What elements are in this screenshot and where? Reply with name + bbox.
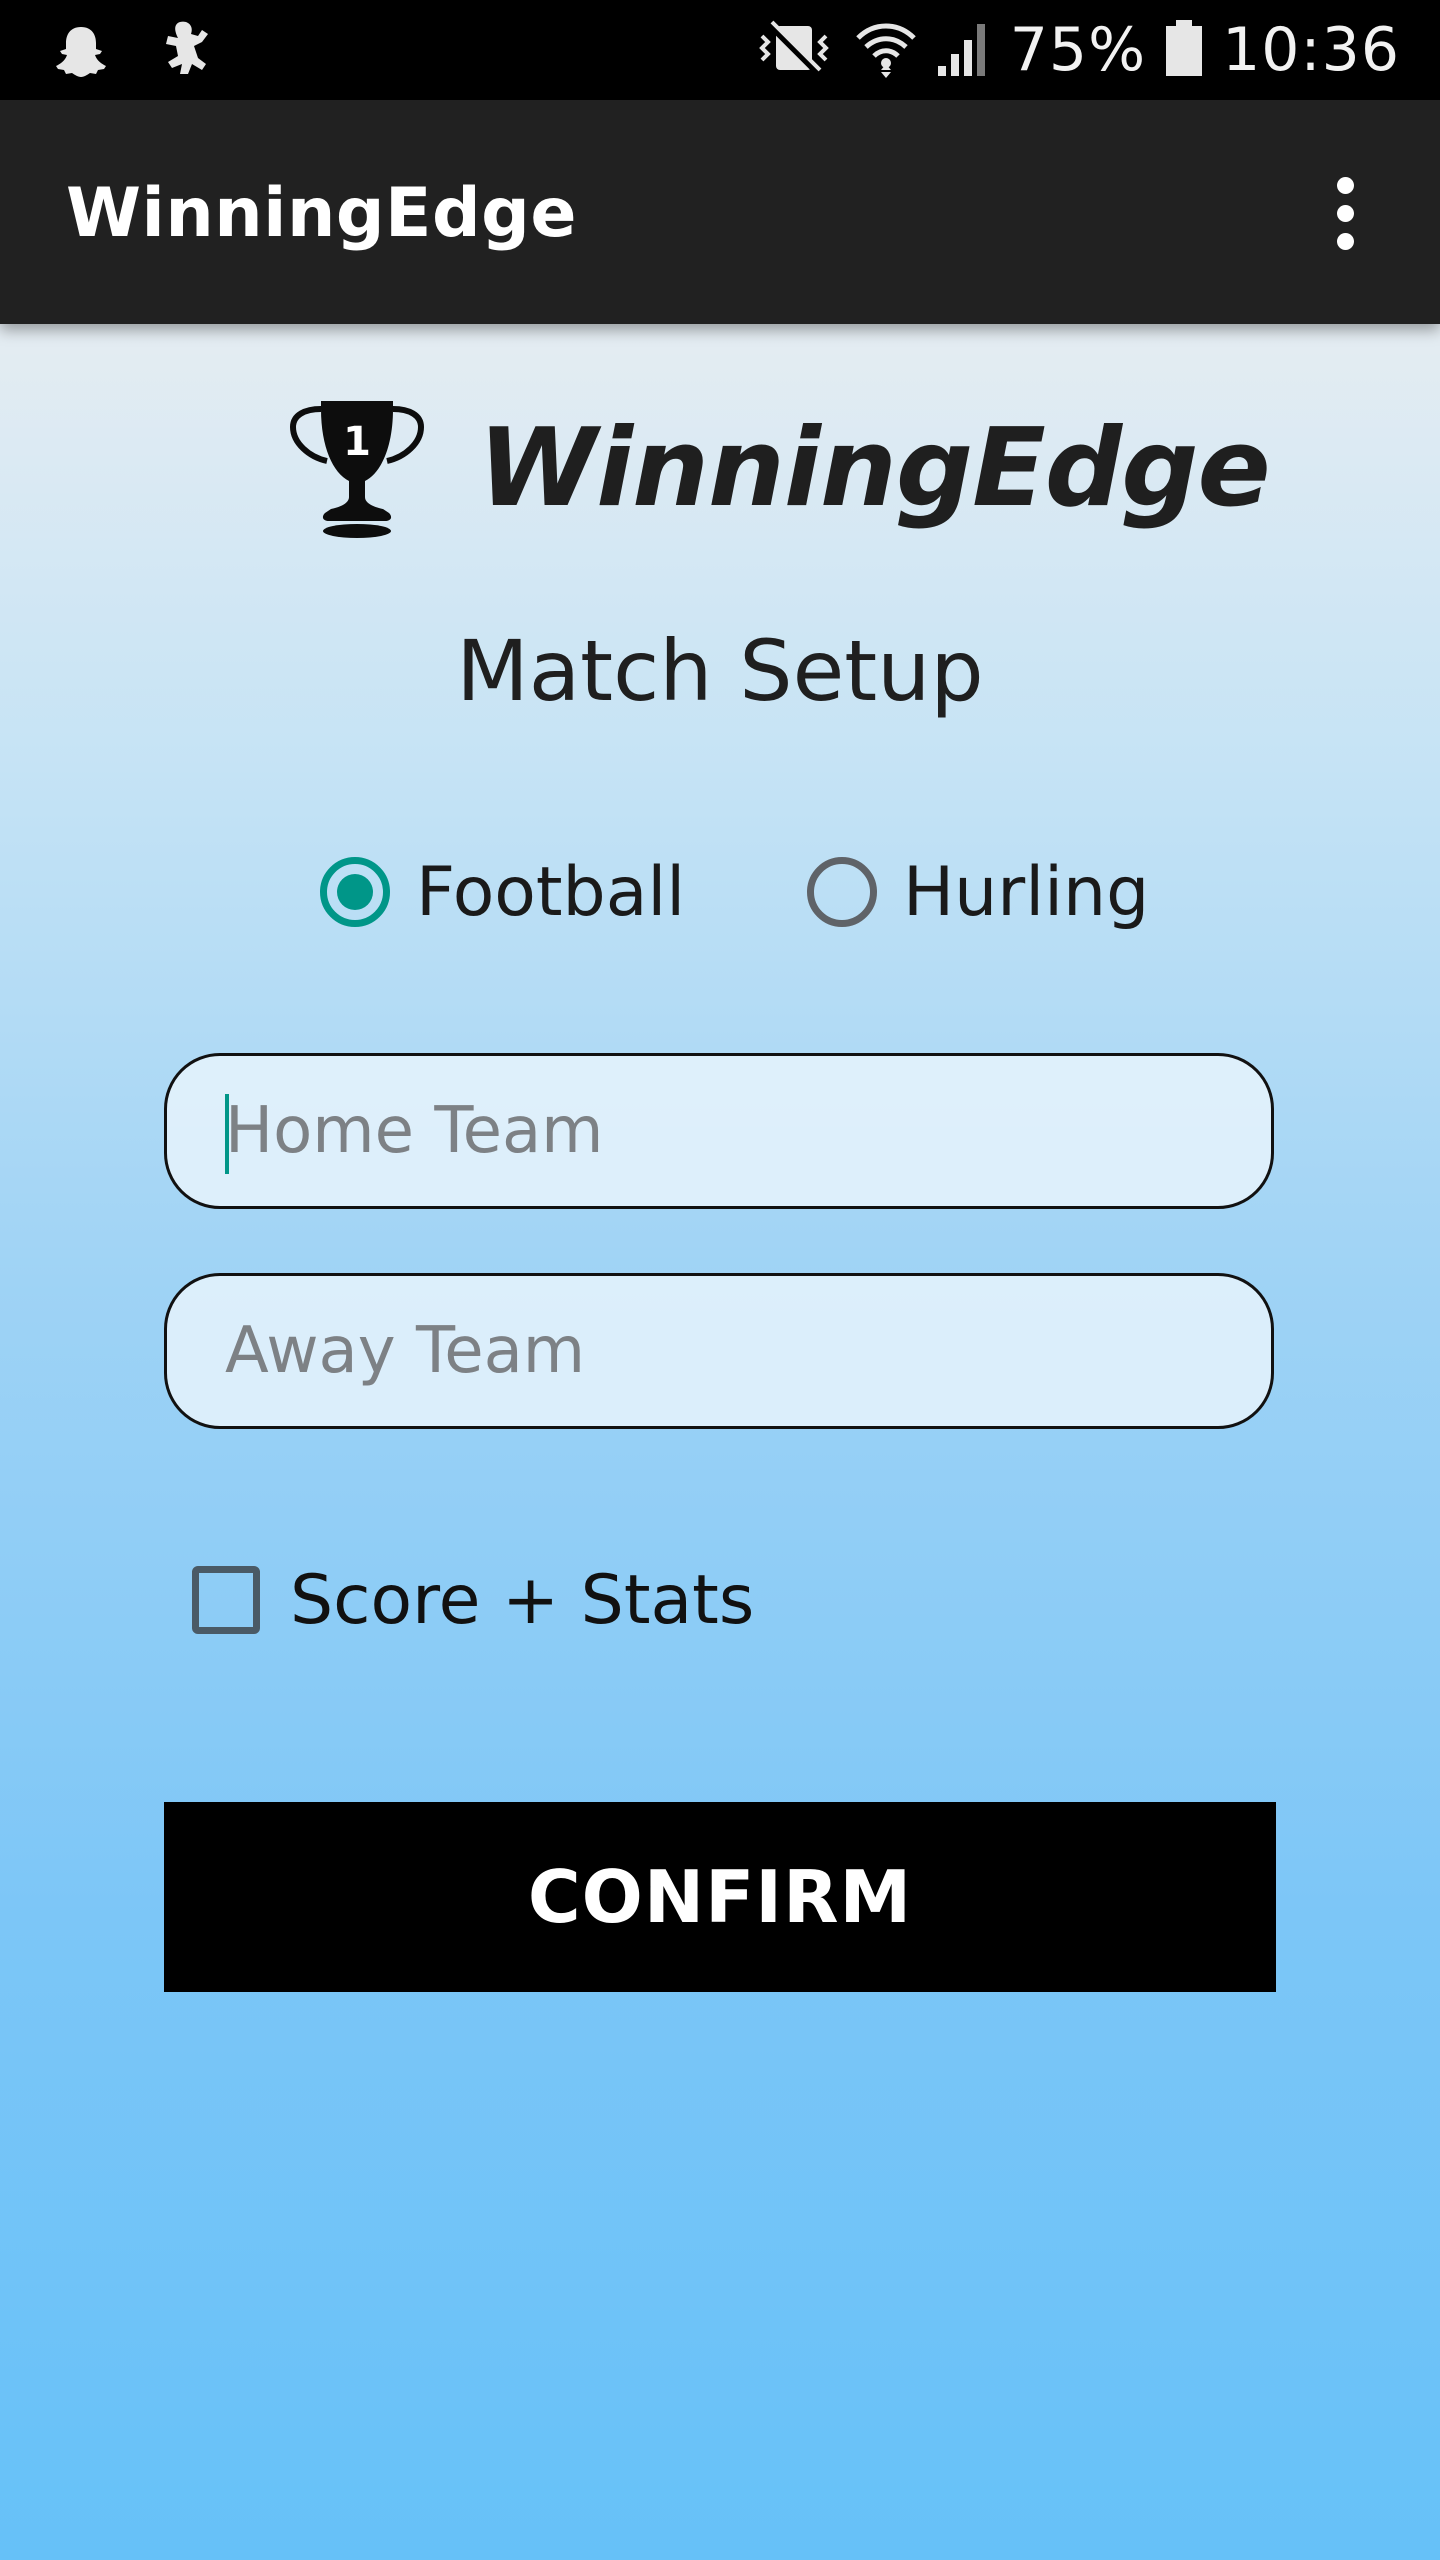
- status-right-area: 75% 10:36: [752, 0, 1400, 100]
- more-vert-icon: [1336, 176, 1354, 194]
- signal-icon: [936, 16, 992, 85]
- radio-football[interactable]: Football: [320, 850, 685, 934]
- confirm-button[interactable]: CONFIRM: [164, 1802, 1276, 1992]
- home-team-input[interactable]: [225, 1056, 1225, 1206]
- radio-hurling[interactable]: Hurling: [807, 850, 1149, 934]
- logo: 1 WinningEdge: [0, 395, 1440, 555]
- app-title: WinningEdge: [66, 174, 577, 253]
- radio-button-checked[interactable]: [320, 857, 390, 927]
- snapchat-icon: [52, 21, 110, 84]
- battery-percent: 75%: [1009, 15, 1147, 85]
- vibrate-icon: [752, 16, 836, 85]
- score-stats-checkbox-row[interactable]: Score + Stats: [192, 1560, 754, 1640]
- away-team-input[interactable]: [225, 1276, 1225, 1426]
- away-team-field[interactable]: [164, 1273, 1274, 1429]
- radio-label-football: Football: [416, 852, 686, 932]
- trophy-number: 1: [343, 419, 371, 465]
- app-bar: WinningEdge: [0, 100, 1440, 324]
- clock: 10:36: [1222, 15, 1400, 85]
- more-vert-icon-dot: [1336, 204, 1354, 222]
- score-stats-label: Score + Stats: [290, 1560, 755, 1640]
- radio-button-unchecked[interactable]: [807, 857, 877, 927]
- overflow-menu-button[interactable]: [1290, 158, 1400, 268]
- text-cursor: [225, 1094, 229, 1174]
- wifi-icon: [854, 16, 918, 85]
- home-team-field[interactable]: [164, 1053, 1274, 1209]
- more-vert-icon-dot: [1336, 232, 1354, 250]
- notification-app-icon: [158, 18, 216, 87]
- status-bar: 75% 10:36: [0, 0, 1440, 100]
- page-heading: Match Setup: [456, 622, 984, 720]
- brand-name: WinningEdge: [478, 406, 1271, 531]
- status-left-icons: [52, 18, 216, 87]
- score-stats-checkbox[interactable]: [192, 1566, 260, 1634]
- radio-label-hurling: Hurling: [903, 852, 1150, 932]
- trophy-icon: 1: [289, 401, 425, 538]
- battery-icon: [1164, 16, 1204, 85]
